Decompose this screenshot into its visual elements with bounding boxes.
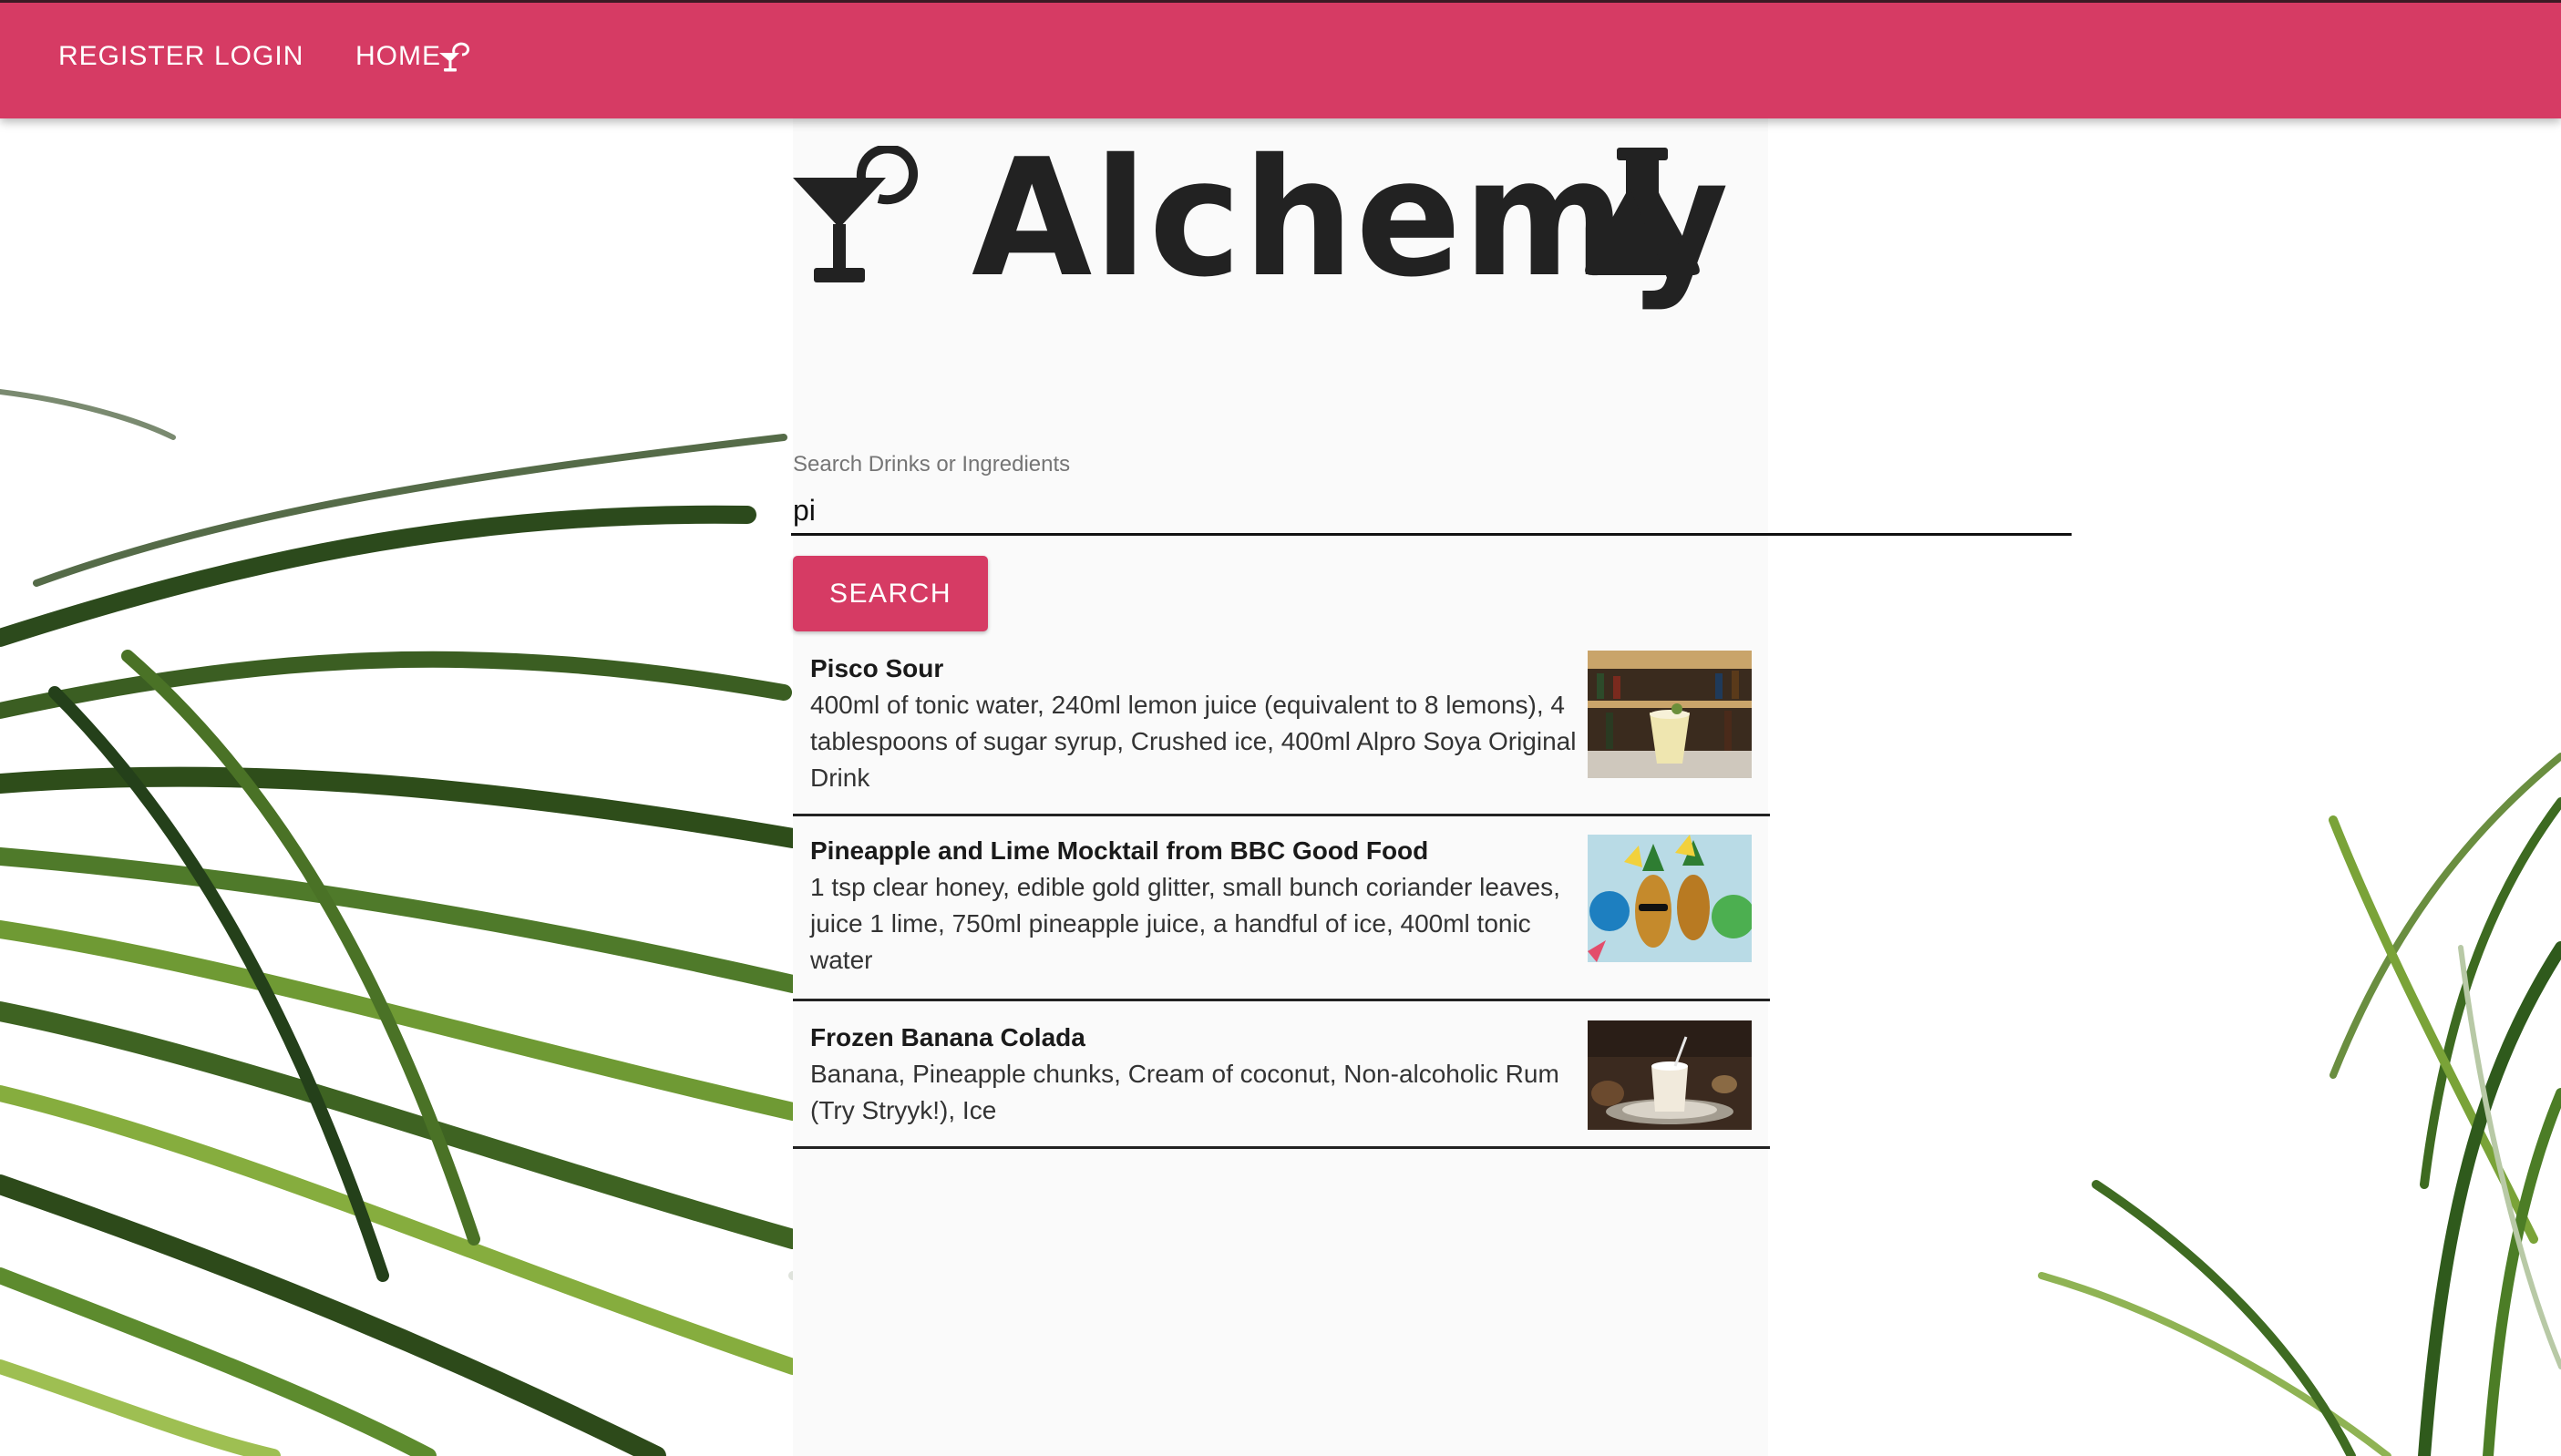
top-app-bar: REGISTER LOGIN HOME [0, 0, 2561, 118]
pisco-sour-thumbnail [1588, 651, 1752, 778]
home-button[interactable]: HOME [355, 40, 441, 73]
result-ingredients: 1 tsp clear honey, edible gold glitter, … [810, 873, 1560, 974]
search-input[interactable] [791, 488, 2072, 536]
cocktail-glass-icon [793, 146, 919, 282]
result-item-frozen-banana-colada[interactable]: Frozen Banana Colada Banana, Pineapple c… [793, 1001, 1770, 1149]
result-ingredients: 400ml of tonic water, 240ml lemon juice … [810, 691, 1577, 792]
banana-colada-thumbnail [1588, 1020, 1752, 1130]
result-item-pineapple-lime-mocktail[interactable]: Pineapple and Lime Mocktail from BBC Goo… [793, 816, 1770, 1001]
result-title: Pineapple and Lime Mocktail from BBC Goo… [810, 836, 1429, 865]
register-button[interactable]: REGISTER [58, 40, 205, 73]
search-button[interactable]: SEARCH [793, 556, 988, 631]
login-button[interactable]: LOGIN [214, 40, 303, 73]
pineapple-mocktail-thumbnail [1588, 835, 1752, 962]
cocktail-icon[interactable] [437, 42, 476, 75]
result-title: Pisco Sour [810, 654, 944, 682]
logo-text: Alchemy [972, 124, 1731, 313]
result-title: Frozen Banana Colada [810, 1023, 1085, 1051]
search-field-label: Search Drinks or Ingredients [793, 452, 1071, 477]
result-ingredients: Banana, Pineapple chunks, Cream of cocon… [810, 1060, 1559, 1124]
result-item-pisco-sour[interactable]: Pisco Sour 400ml of tonic water, 240ml l… [793, 638, 1770, 816]
